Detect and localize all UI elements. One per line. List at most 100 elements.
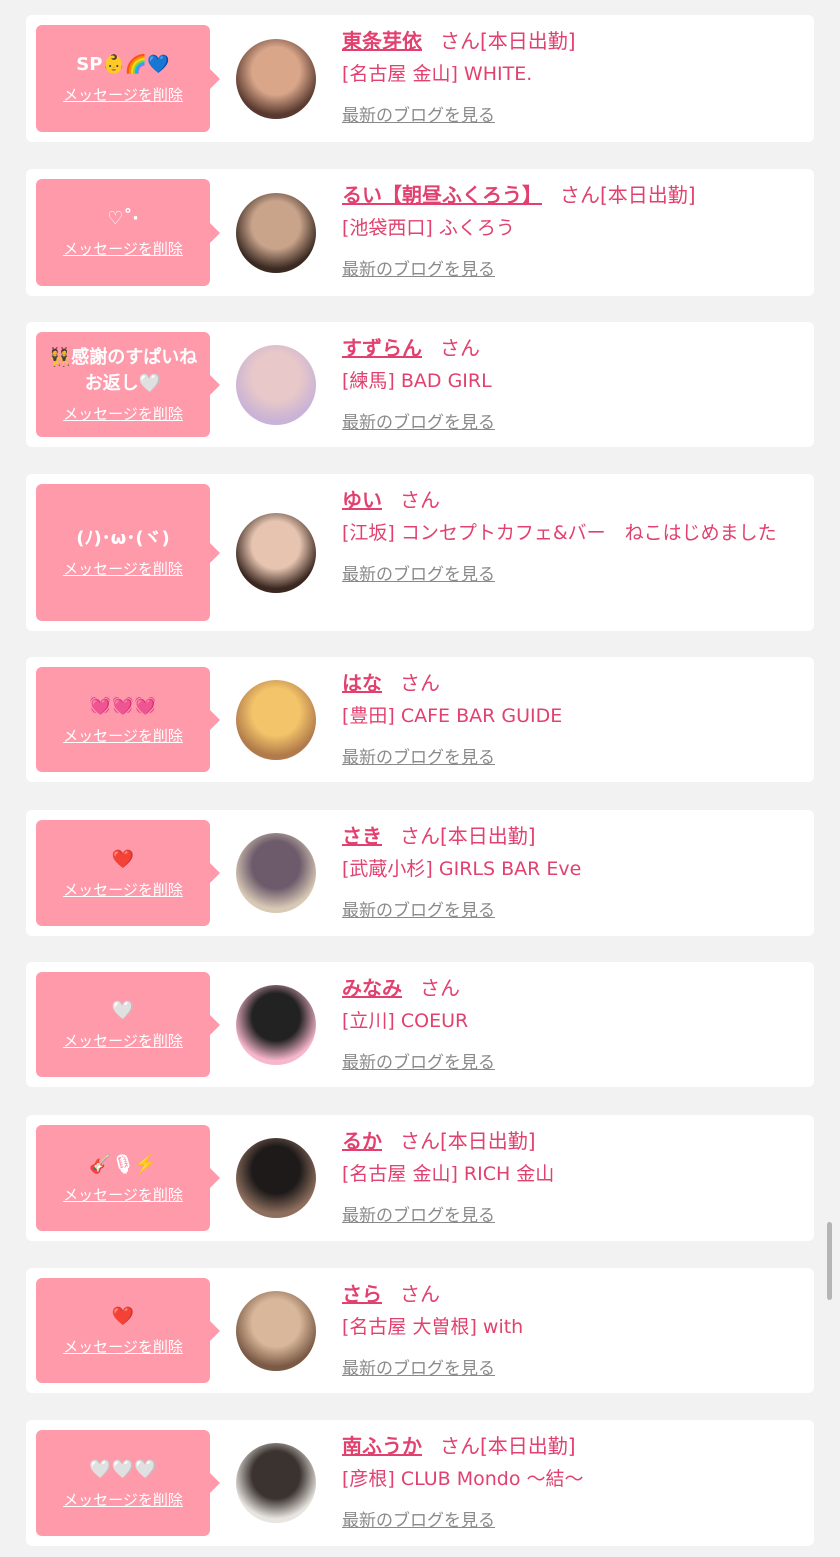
latest-blog-link[interactable]: 最新のブログを見る — [342, 560, 495, 585]
profile-name-link[interactable]: はな — [342, 671, 382, 695]
status-badge: [本日出勤] — [440, 1129, 536, 1153]
profile-name-link[interactable]: 南ふうか — [342, 1434, 422, 1458]
favorite-card: (ﾉ)･ω･(ヾ) メッセージを削除 ゆい さん [江坂] コンセプトカフェ&バー… — [26, 474, 814, 631]
message-text: 💓💓💓 — [89, 695, 157, 716]
message-bubble: ❤️ メッセージを削除 — [36, 1278, 220, 1383]
shop-label: [立川] COEUR — [342, 1010, 469, 1032]
favorite-card: SP👶🌈💙 メッセージを削除 東条芽依 さん[本日出勤] [名古屋 金山] WHI… — [26, 15, 814, 142]
message-text: 🎸🎙⚡️ — [89, 1153, 157, 1175]
name-line: ゆい さん — [342, 486, 794, 514]
shop-label: [彦根] CLUB Mondo 〜結〜 — [342, 1468, 584, 1490]
message-text: 👯感謝のすぱいね お返し🤍 — [48, 347, 198, 394]
profile-name-link[interactable]: るか — [342, 1129, 382, 1153]
delete-message-link[interactable]: メッセージを削除 — [63, 1184, 183, 1205]
avatar[interactable] — [236, 833, 316, 913]
status-badge: [本日出勤] — [440, 824, 536, 848]
profile-name-link[interactable]: みなみ — [342, 976, 402, 1000]
latest-blog-link[interactable]: 最新のブログを見る — [342, 408, 495, 433]
message-bubble: 💓💓💓 メッセージを削除 — [36, 667, 220, 772]
message-bubble: SP👶🌈💙 メッセージを削除 — [36, 25, 220, 132]
delete-message-link[interactable]: メッセージを削除 — [63, 1489, 183, 1510]
name-line: 東条芽依 さん[本日出勤] — [342, 27, 794, 55]
profile-info: るか さん[本日出勤] [名古屋 金山] RICH 金山 最新のブログを見る — [342, 1127, 794, 1226]
shop-label: [名古屋 金山] WHITE. — [342, 63, 533, 85]
message-text: (ﾉ)･ω･(ヾ) — [76, 528, 170, 549]
profile-info: はな さん [豊田] CAFE BAR GUIDE 最新のブログを見る — [342, 669, 794, 768]
avatar[interactable] — [236, 985, 316, 1065]
latest-blog-link[interactable]: 最新のブログを見る — [342, 743, 495, 768]
message-text: ♡˚‧ — [107, 208, 139, 229]
profile-info: さら さん [名古屋 大曽根] with 最新のブログを見る — [342, 1280, 794, 1379]
name-line: るい【朝昼ふくろう】 さん[本日出勤] — [342, 181, 794, 209]
name-line: はな さん — [342, 669, 794, 697]
profile-info: ゆい さん [江坂] コンセプトカフェ&バー ねこはじめました 最新のブログを見る — [342, 486, 794, 585]
latest-blog-link[interactable]: 最新のブログを見る — [342, 255, 495, 280]
message-bubble: ♡˚‧ メッセージを削除 — [36, 179, 220, 286]
delete-message-link[interactable]: メッセージを削除 — [63, 84, 183, 105]
message-text: 🤍 — [111, 1000, 135, 1021]
message-bubble: (ﾉ)･ω･(ヾ) メッセージを削除 — [36, 484, 220, 621]
shop-label: [武蔵小杉] GIRLS BAR Eve — [342, 858, 582, 880]
message-bubble: 👯感謝のすぱいね お返し🤍 メッセージを削除 — [36, 332, 220, 437]
name-line: みなみ さん — [342, 974, 794, 1002]
shop-label: [江坂] コンセプトカフェ&バー ねこはじめました — [342, 522, 777, 544]
latest-blog-link[interactable]: 最新のブログを見る — [342, 1354, 495, 1379]
shop-label: [豊田] CAFE BAR GUIDE — [342, 705, 563, 727]
name-line: るか さん[本日出勤] — [342, 1127, 794, 1155]
avatar[interactable] — [236, 345, 316, 425]
message-bubble: 🎸🎙⚡️ メッセージを削除 — [36, 1125, 220, 1231]
delete-message-link[interactable]: メッセージを削除 — [63, 403, 183, 424]
shop-label: [池袋西口] ふくろう — [342, 217, 515, 239]
delete-message-link[interactable]: メッセージを削除 — [63, 558, 183, 579]
latest-blog-link[interactable]: 最新のブログを見る — [342, 1506, 495, 1531]
delete-message-link[interactable]: メッセージを削除 — [63, 1336, 183, 1357]
favorite-card: ❤️ メッセージを削除 さき さん[本日出勤] [武蔵小杉] GIRLS BAR … — [26, 810, 814, 936]
scrollbar[interactable] — [827, 1222, 832, 1300]
status-badge: [本日出勤] — [480, 29, 576, 53]
profile-info: すずらん さん [練馬] BAD GIRL 最新のブログを見る — [342, 334, 794, 433]
profile-info: みなみ さん [立川] COEUR 最新のブログを見る — [342, 974, 794, 1073]
honorific: さん — [560, 183, 600, 207]
avatar[interactable] — [236, 680, 316, 760]
profile-name-link[interactable]: さら — [342, 1282, 382, 1306]
favorite-card: 💓💓💓 メッセージを削除 はな さん [豊田] CAFE BAR GUIDE 最新… — [26, 657, 814, 782]
favorite-card: ♡˚‧ メッセージを削除 るい【朝昼ふくろう】 さん[本日出勤] [池袋西口] ふ… — [26, 169, 814, 296]
latest-blog-link[interactable]: 最新のブログを見る — [342, 101, 495, 126]
honorific: さん — [400, 1282, 440, 1306]
profile-info: るい【朝昼ふくろう】 さん[本日出勤] [池袋西口] ふくろう 最新のブログを見る — [342, 181, 794, 280]
profile-info: 南ふうか さん[本日出勤] [彦根] CLUB Mondo 〜結〜 最新のブログを… — [342, 1432, 794, 1531]
latest-blog-link[interactable]: 最新のブログを見る — [342, 896, 495, 921]
shop-label: [名古屋 大曽根] with — [342, 1316, 524, 1338]
favorite-card: ❤️ メッセージを削除 さら さん [名古屋 大曽根] with 最新のブログを見… — [26, 1268, 814, 1393]
delete-message-link[interactable]: メッセージを削除 — [63, 1030, 183, 1051]
profile-info: さき さん[本日出勤] [武蔵小杉] GIRLS BAR Eve 最新のブログを見… — [342, 822, 794, 921]
honorific: さん — [440, 29, 480, 53]
honorific: さん — [420, 976, 460, 1000]
message-text: ❤️ — [111, 848, 135, 870]
profile-name-link[interactable]: さき — [342, 824, 382, 848]
delete-message-link[interactable]: メッセージを削除 — [63, 725, 183, 746]
latest-blog-link[interactable]: 最新のブログを見る — [342, 1201, 495, 1226]
avatar[interactable] — [236, 513, 316, 593]
avatar[interactable] — [236, 1443, 316, 1523]
profile-name-link[interactable]: 東条芽依 — [342, 29, 422, 53]
delete-message-link[interactable]: メッセージを削除 — [63, 879, 183, 900]
honorific: さん — [400, 824, 440, 848]
avatar[interactable] — [236, 1291, 316, 1371]
profile-name-link[interactable]: るい【朝昼ふくろう】 — [342, 183, 542, 207]
name-line: 南ふうか さん[本日出勤] — [342, 1432, 794, 1460]
status-badge: [本日出勤] — [480, 1434, 576, 1458]
message-bubble: 🤍🤍🤍 メッセージを削除 — [36, 1430, 220, 1536]
avatar[interactable] — [236, 39, 316, 119]
status-badge: [本日出勤] — [600, 183, 696, 207]
honorific: さん — [440, 1434, 480, 1458]
latest-blog-link[interactable]: 最新のブログを見る — [342, 1048, 495, 1073]
avatar[interactable] — [236, 1138, 316, 1218]
avatar[interactable] — [236, 193, 316, 273]
name-line: さき さん[本日出勤] — [342, 822, 794, 850]
profile-name-link[interactable]: ゆい — [342, 488, 382, 512]
profile-name-link[interactable]: すずらん — [342, 336, 422, 360]
delete-message-link[interactable]: メッセージを削除 — [63, 238, 183, 259]
shop-label: [名古屋 金山] RICH 金山 — [342, 1163, 555, 1185]
message-text: ❤️ — [111, 1306, 135, 1327]
